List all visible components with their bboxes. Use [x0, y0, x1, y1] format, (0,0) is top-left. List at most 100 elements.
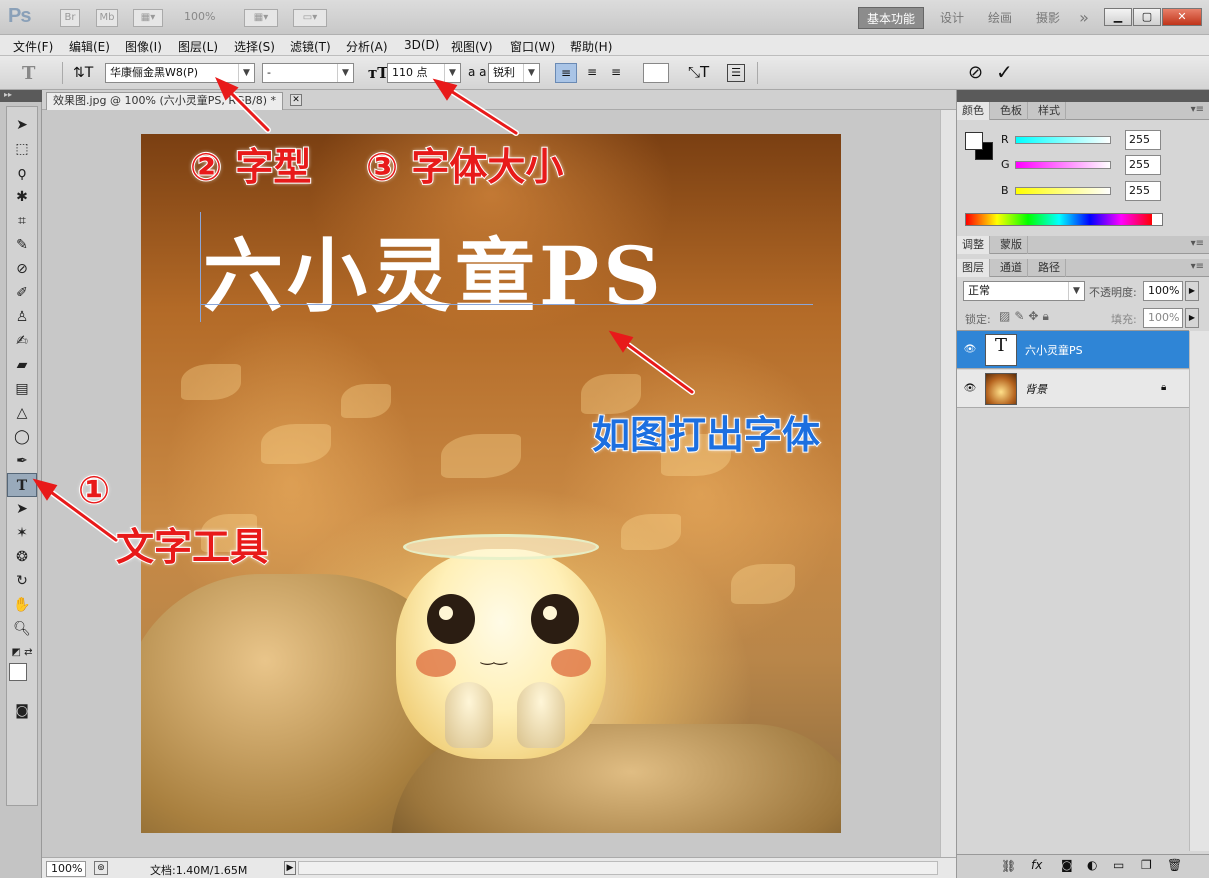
commit-edit-icon[interactable]: ✓ [996, 60, 1013, 84]
quick-mask-icon[interactable]: ◙ [7, 699, 37, 723]
lock-options-icons[interactable]: ▨✎✥🔒︎ [999, 309, 1053, 324]
warp-text-icon[interactable]: ⤡T [688, 63, 709, 81]
type-tool-icon[interactable]: T [7, 473, 37, 497]
panel-menu-icon[interactable]: ▾≡ [1191, 238, 1204, 249]
eyedropper-tool-icon[interactable]: ✎ [7, 233, 37, 257]
workspace-design[interactable]: 设计 [932, 7, 972, 29]
maximize-button[interactable]: ▢ [1133, 8, 1161, 26]
menu-window[interactable]: 窗口(W) [510, 38, 555, 55]
brush-tool-icon[interactable]: ✐ [7, 281, 37, 305]
character-panel-icon[interactable]: ☰ [727, 64, 745, 82]
align-right-icon[interactable]: ≡ [605, 63, 627, 83]
menu-file[interactable]: 文件(F) [13, 38, 53, 55]
adjustment-layer-icon[interactable]: ◐ [1087, 858, 1097, 872]
delete-layer-icon[interactable]: 🗑︎ [1167, 858, 1182, 872]
workspace-essentials[interactable]: 基本功能 [858, 7, 924, 29]
view-extras-icon[interactable]: ▦▾ [133, 9, 163, 27]
minimize-button[interactable]: ▁ [1104, 8, 1132, 26]
blue-value[interactable]: 255 [1125, 181, 1161, 201]
status-info-icon[interactable]: ⊚ [94, 861, 108, 875]
close-tab-icon[interactable]: ✕ [290, 94, 302, 106]
crop-tool-icon[interactable]: ⌗ [7, 209, 37, 233]
horizontal-scrollbar[interactable] [298, 861, 938, 875]
menu-help[interactable]: 帮助(H) [570, 38, 612, 55]
menu-layer[interactable]: 图层(L) [178, 38, 218, 55]
hand-tool-icon[interactable]: ✋ [7, 593, 37, 617]
font-style-select[interactable]: - ▼ [262, 63, 354, 83]
menu-view[interactable]: 视图(V) [451, 38, 493, 55]
align-left-icon[interactable]: ≡ [555, 63, 577, 83]
close-window-button[interactable]: ✕ [1162, 8, 1202, 26]
text-color-swatch[interactable] [643, 63, 669, 83]
workspace-photography[interactable]: 摄影 [1028, 7, 1068, 29]
arrange-documents-icon[interactable]: ▦▾ [244, 9, 278, 27]
canvas-image[interactable]: ‿‿ 六小灵童PS [141, 134, 841, 833]
menu-analysis[interactable]: 分析(A) [346, 38, 388, 55]
font-size-select[interactable]: 110 点 ▼ [387, 63, 461, 83]
antialias-select[interactable]: 锐利 ▼ [488, 63, 540, 83]
blue-slider[interactable] [1015, 187, 1111, 195]
layer-style-icon[interactable]: fx [1031, 858, 1042, 872]
align-center-icon[interactable]: ≡ [581, 63, 603, 83]
fg-color-swatch[interactable] [965, 132, 983, 150]
more-workspaces-icon[interactable]: » [1074, 7, 1094, 29]
vertical-scrollbar[interactable] [940, 110, 956, 860]
tab-paths[interactable]: 路径 [1033, 259, 1066, 277]
blend-mode-select[interactable]: 正常 ▼ [963, 281, 1085, 301]
menu-image[interactable]: 图像(I) [125, 38, 162, 55]
new-layer-icon[interactable]: ❐ [1141, 858, 1152, 872]
add-mask-icon[interactable]: ◙ [1061, 858, 1073, 872]
color-spectrum-bar[interactable] [965, 213, 1163, 226]
tab-styles[interactable]: 样式 [1033, 102, 1066, 120]
menu-edit[interactable]: 编辑(E) [69, 38, 110, 55]
screen-mode-icon[interactable]: ▭▾ [293, 9, 327, 27]
fill-field[interactable]: 100% [1143, 308, 1183, 328]
history-brush-tool-icon[interactable]: ✍ [7, 329, 37, 353]
marquee-tool-icon[interactable]: ⬚ [7, 137, 37, 161]
lasso-tool-icon[interactable]: ϙ [7, 161, 37, 185]
bridge-button[interactable]: Br [60, 9, 80, 27]
red-slider[interactable] [1015, 136, 1111, 144]
visibility-eye-icon[interactable]: 👁︎ [963, 383, 977, 395]
layer-row-text[interactable]: 👁︎ T 六小灵童PS [957, 331, 1189, 369]
workspace-painting[interactable]: 绘画 [980, 7, 1020, 29]
status-zoom-field[interactable]: 100% [46, 861, 86, 877]
dodge-tool-icon[interactable]: ◯ [7, 425, 37, 449]
gradient-tool-icon[interactable]: ▤ [7, 377, 37, 401]
tab-channels[interactable]: 通道 [995, 259, 1028, 277]
tab-swatches[interactable]: 色板 [995, 102, 1028, 120]
move-tool-icon[interactable]: ➤ [7, 113, 37, 137]
dock-grip[interactable] [957, 90, 1209, 102]
new-group-icon[interactable]: ▭ [1113, 858, 1124, 872]
panel-grip[interactable]: ▸▸ [0, 90, 42, 102]
fill-arrow-icon[interactable]: ▶ [1185, 308, 1199, 328]
mini-bridge-button[interactable]: Mb [96, 9, 118, 27]
clone-stamp-tool-icon[interactable]: ♙ [7, 305, 37, 329]
3d-orbit-tool-icon[interactable]: ↻ [7, 569, 37, 593]
path-selection-tool-icon[interactable]: ➤ [7, 497, 37, 521]
opacity-arrow-icon[interactable]: ▶ [1185, 281, 1199, 301]
green-slider[interactable] [1015, 161, 1111, 169]
menu-filter[interactable]: 滤镜(T) [290, 38, 331, 55]
opacity-field[interactable]: 100% [1143, 281, 1183, 301]
font-family-select[interactable]: 华康俪金黑W8(P) ▼ [105, 63, 255, 83]
quick-select-tool-icon[interactable]: ✱ [7, 185, 37, 209]
pen-tool-icon[interactable]: ✒ [7, 449, 37, 473]
layers-scrollbar[interactable] [1189, 331, 1209, 851]
panel-menu-icon[interactable]: ▾≡ [1191, 261, 1204, 272]
document-tab[interactable]: 效果图.jpg @ 100% (六小灵童PS, RGB/8) * [46, 92, 284, 110]
visibility-eye-icon[interactable]: 👁︎ [963, 344, 977, 356]
tab-adjustments[interactable]: 调整 [957, 236, 990, 254]
foreground-color-swatch[interactable] [9, 663, 27, 681]
blur-tool-icon[interactable]: △ [7, 401, 37, 425]
menu-3d[interactable]: 3D(D) [404, 38, 439, 52]
healing-brush-tool-icon[interactable]: ⊘ [7, 257, 37, 281]
3d-rotate-tool-icon[interactable]: ❂ [7, 545, 37, 569]
status-menu-arrow-icon[interactable]: ▶ [284, 861, 296, 875]
cancel-edit-icon[interactable]: ⊘ [968, 62, 983, 83]
text-orientation-icon[interactable]: ⇅T [73, 65, 93, 81]
eraser-tool-icon[interactable]: ▰ [7, 353, 37, 377]
zoom-tool-icon[interactable]: 🔍︎ [7, 617, 37, 641]
canvas-text-layer[interactable]: 六小灵童PS [203, 212, 665, 328]
shape-tool-icon[interactable]: ✶ [7, 521, 37, 545]
